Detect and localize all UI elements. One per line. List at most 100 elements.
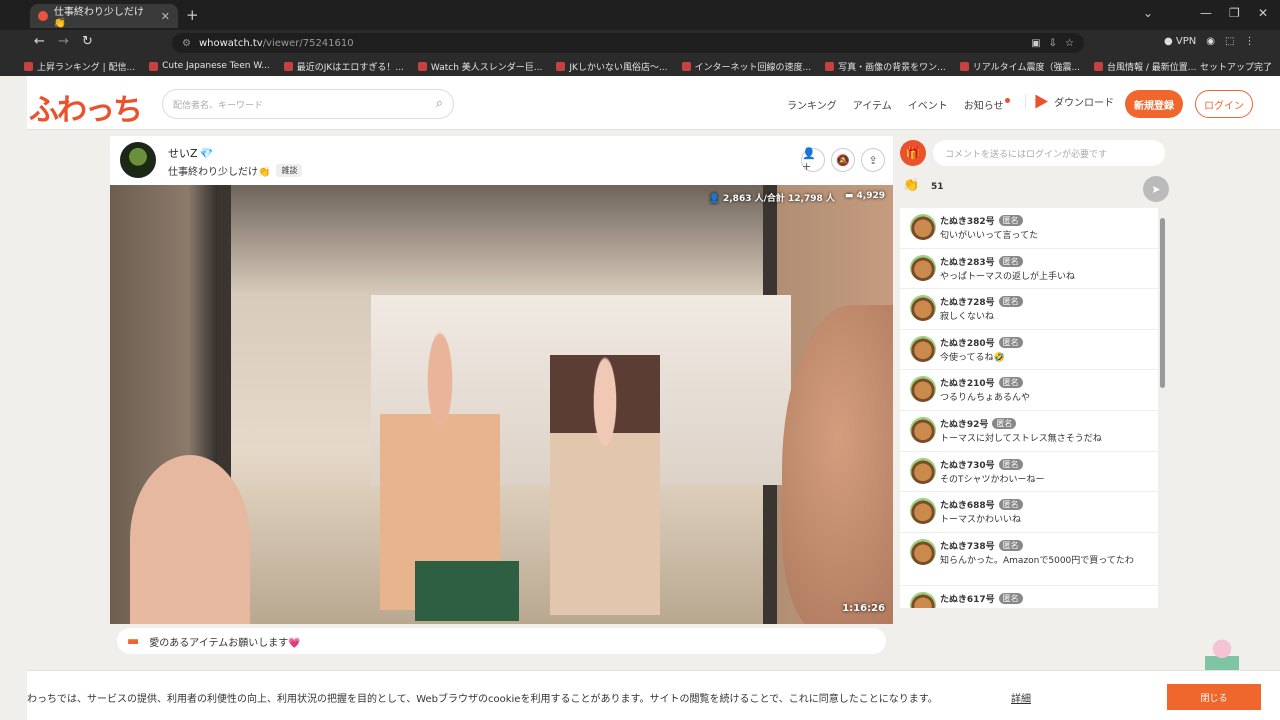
notification-dot [1004,98,1010,103]
user-avatar[interactable] [910,376,936,403]
anon-badge: 匿名 [998,296,1023,308]
chat-username[interactable]: たぬき738号 [940,539,995,552]
app-play-icon [1035,94,1048,109]
minimize-icon[interactable]: — [1200,6,1212,20]
bookmark-item[interactable]: 写真・画像の背景をワン... [825,60,946,73]
cookie-close-button[interactable]: 閉じる [1167,684,1261,710]
chat-scrollbar[interactable] [1160,218,1165,388]
nav-events[interactable]: イベント [908,97,948,112]
send-icon[interactable]: ➤ [1143,176,1169,202]
bookmark-item[interactable]: インターネット回線の速度... [681,60,811,73]
user-avatar[interactable] [910,591,936,608]
bookmark-icon [149,61,159,71]
bookmark-item[interactable]: 上昇ランキング | 配信... [24,60,135,73]
back-icon[interactable]: ← [34,34,45,49]
screenshot-icon[interactable]: ▣ [1031,38,1040,49]
chat-message: たぬき210号 匿名 つるりんちょあるんや [900,370,1158,411]
vpn-button[interactable]: ● VPN [1164,36,1196,47]
person-icon: 👤 [708,194,723,204]
bookmark-item[interactable]: リアルタイム震度（強震... [959,60,1080,73]
extensions-icon[interactable]: ⬚ [1225,36,1234,47]
restore-icon[interactable]: ❐ [1229,6,1240,20]
user-avatar[interactable] [910,416,936,443]
streamer-name[interactable]: せいZ 💎 [168,145,213,161]
bookmark-item[interactable]: 台風情報 / 最新位置... [1094,60,1196,73]
user-avatar[interactable] [910,214,936,240]
stream-duration: 1:16:26 [842,603,885,614]
user-avatar[interactable] [910,498,936,525]
cookie-text: わっちでは、サービスの提供、利用者の利便性の向上、利用状況の把握を目的として、W… [27,694,938,705]
chat-username[interactable]: たぬき382号 [940,214,995,227]
bookmark-item[interactable]: 最近のJKはエロすぎる！... [283,60,404,73]
new-tab-icon[interactable]: + [186,6,199,24]
chat-message: たぬき728号 匿名 寂しくないね [900,289,1158,330]
signup-button[interactable]: 新規登録 [1125,90,1183,118]
anon-badge: 匿名 [998,336,1023,348]
close-window-icon[interactable]: ✕ [1258,6,1268,20]
bookmark-item[interactable]: Cute Japanese Teen W... [149,61,270,71]
chat-username[interactable]: たぬき283号 [940,255,995,268]
site: ふわっち 配信者名、キーワード ⌕ ランキング アイテム イベント お知らせ ダ… [27,76,1280,720]
forward-icon[interactable]: → [58,34,69,49]
chat-username[interactable]: たぬき210号 [940,376,995,389]
bookmark-icon [825,61,835,71]
user-avatar[interactable] [910,457,936,484]
cookie-details-link[interactable]: 詳細 [1011,690,1031,705]
download-link[interactable]: ダウンロード [1025,94,1114,109]
nav-ranking[interactable]: ランキング [787,97,837,112]
clap-icon[interactable]: 👏 [903,178,919,193]
login-button[interactable]: ログイン [1195,90,1253,118]
site-info-icon[interactable]: ⚙ [182,38,191,49]
comment-input[interactable]: コメントを送るにはログインが必要です [933,140,1165,166]
user-avatar[interactable] [910,538,936,565]
chat-username[interactable]: たぬき92号 [940,417,988,430]
search-icon[interactable]: ⌕ [436,96,443,111]
chat-message: たぬき382号 匿名 匂いがいいって言ってた [900,208,1158,249]
bookmark-item[interactable]: Watch 美人スレンダー巨... [417,60,542,73]
site-logo[interactable]: ふわっち [29,85,143,129]
bookmark-setup[interactable]: セットアップ完了 [1200,60,1272,73]
user-avatar[interactable] [910,254,936,281]
chat-username[interactable]: たぬき280号 [940,336,995,349]
follow-icon[interactable]: 👤+ [801,147,825,173]
chat-message: たぬき92号 匿名 トーマスに対してストレス無さそうだね [900,411,1158,452]
url-host: whowatch.tv [198,37,263,49]
tab-close-icon[interactable]: ✕ [161,10,170,23]
site-header: ふわっち 配信者名、キーワード ⌕ ランキング アイテム イベント お知らせ ダ… [27,76,1280,130]
menu-icon[interactable]: ⋮ [1244,36,1254,47]
profile-icon[interactable]: ◉ [1206,36,1215,47]
stream-header: せいZ 💎 仕事終わり少しだけ👏 雑談 👤+ 🔕 ⇪ [110,136,893,185]
user-avatar[interactable] [910,335,936,362]
chat-username[interactable]: たぬき730号 [940,458,995,471]
url-field[interactable]: ⚙ whowatch.tv /viewer/75241610 ▣ ⇩ ☆ [172,33,1084,53]
tab-list-icon[interactable]: ⌄ [1143,6,1153,20]
reload-icon[interactable]: ↻ [82,34,93,49]
bookmark-item[interactable]: JKしかいない風俗店〜... [556,60,668,73]
share-icon[interactable]: ⇪ [861,148,885,172]
mascot-image[interactable] [1205,638,1239,674]
user-avatar[interactable] [910,295,936,322]
save-icon[interactable]: ⇩ [1049,38,1057,49]
gift-icon[interactable]: 🎁 [900,140,926,166]
chat-username[interactable]: たぬき728号 [940,295,995,308]
category-tag[interactable]: 雑談 [276,164,303,177]
search-placeholder: 配信者名、キーワード [173,100,264,111]
stream-title: 仕事終わり少しだけ👏 [168,167,271,178]
chat-username[interactable]: たぬき617号 [940,592,995,605]
stream-title-row: 仕事終わり少しだけ👏 雑談 [168,163,303,178]
streamer-avatar[interactable] [120,142,156,178]
mute-notify-icon[interactable]: 🔕 [831,148,855,172]
browser-tab[interactable]: 仕事終わり少しだけ👏 ✕ [30,4,178,29]
nav-news[interactable]: お知らせ [964,97,1010,112]
chat-username[interactable]: たぬき688号 [940,498,995,511]
item-message-bar: ▬ 愛のあるアイテムお願いします💗 [117,628,886,654]
nav-items[interactable]: アイテム [853,97,892,112]
video-player[interactable]: 👤 2,863 人/合計 12,798 人 ▬ 4,929 1:16:26 [110,185,893,624]
chat-text: トーマスかわいいね [940,515,1022,526]
bookmark-icon [417,61,427,71]
bookmark-star-icon[interactable]: ☆ [1065,38,1074,49]
search-input[interactable]: 配信者名、キーワード ⌕ [162,89,454,119]
vpn-label: VPN [1175,36,1197,47]
bookmark-icon [1094,61,1104,71]
chat-text: 寂しくないね [940,312,995,323]
